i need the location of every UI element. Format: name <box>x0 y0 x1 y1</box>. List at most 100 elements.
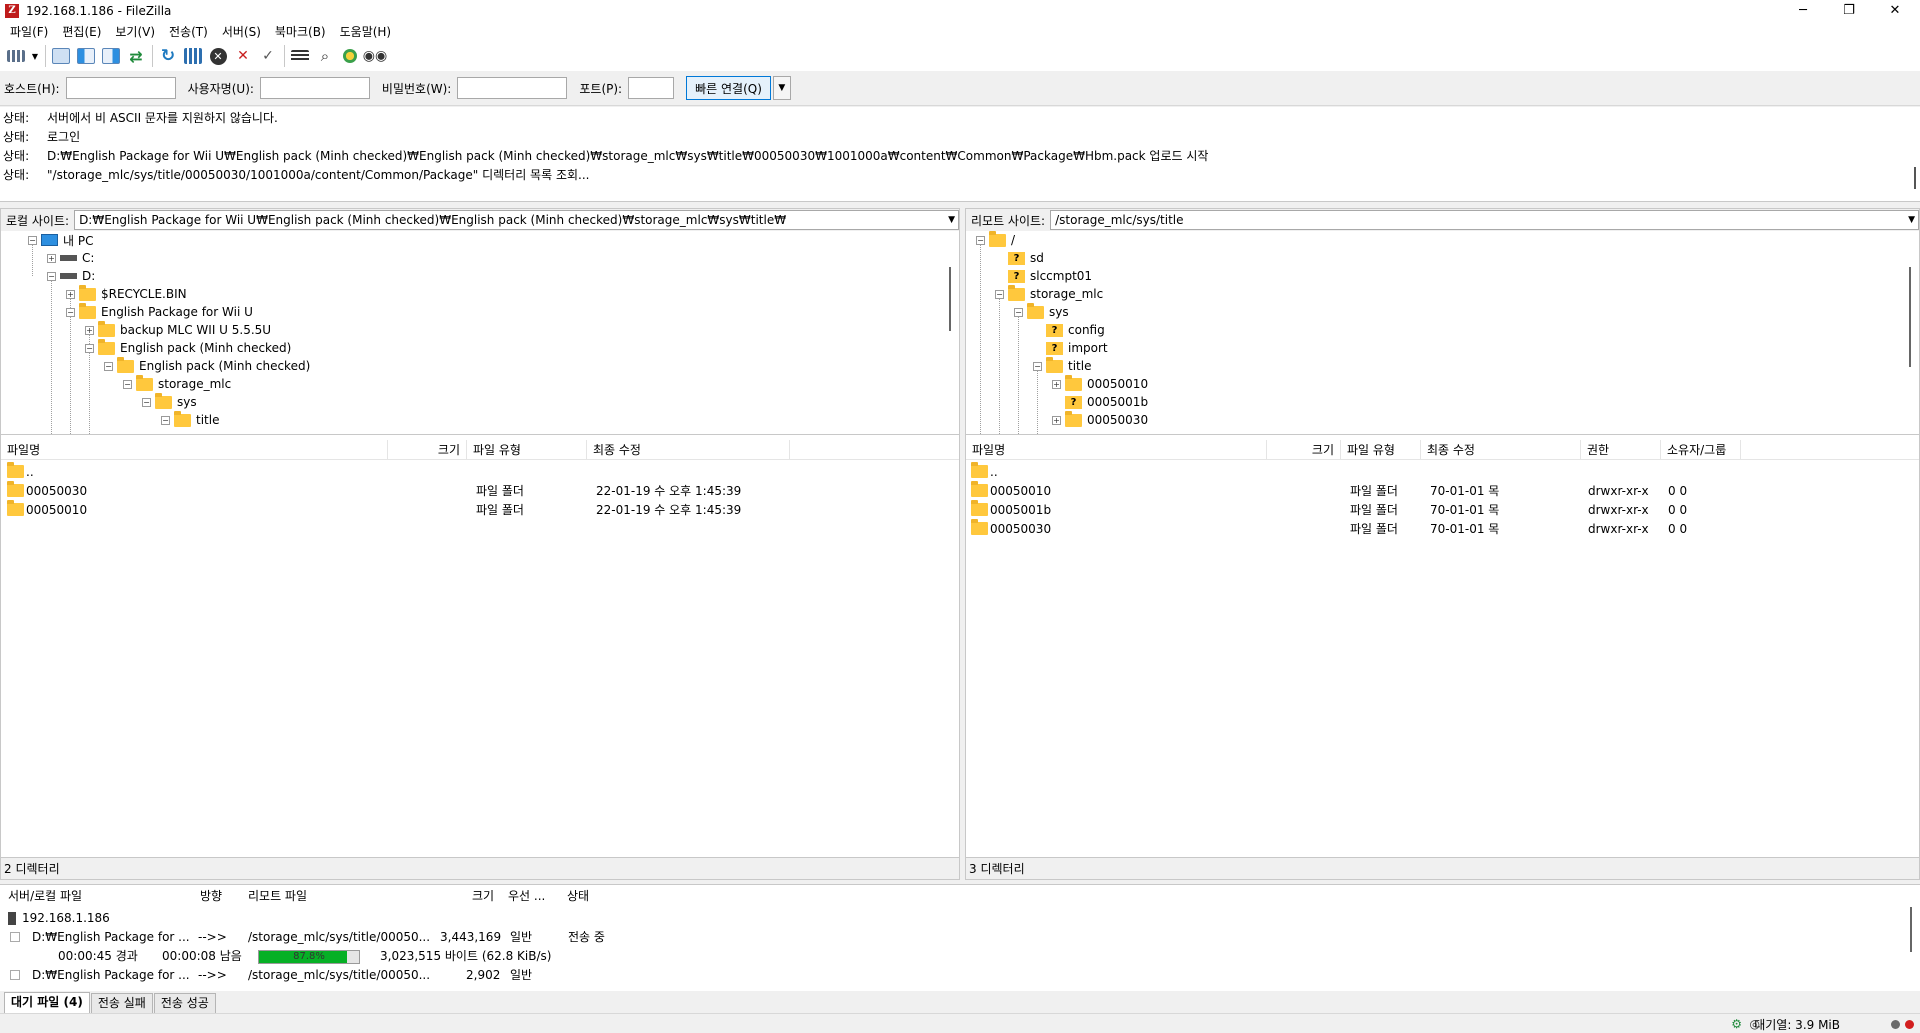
transfer-queue[interactable]: 서버/로컬 파일 방향 리모트 파일 크기 우선 ... 상태 192.168.… <box>0 884 1920 991</box>
site-manager-icon[interactable] <box>4 44 28 68</box>
file-row[interactable]: 00050010 파일 폴더 70-01-01 목 drwxr-xr-x 0 0 <box>966 481 1919 500</box>
menu-server[interactable]: 서버(S) <box>215 23 268 40</box>
tree-item[interactable]: ? import <box>1046 339 1108 357</box>
maximize-button[interactable]: ❐ <box>1826 0 1872 22</box>
checkbox[interactable] <box>10 932 20 942</box>
chevron-down-icon[interactable]: ▼ <box>948 211 955 229</box>
process-queue-icon[interactable] <box>181 44 205 68</box>
menu-bookmarks[interactable]: 북마크(B) <box>268 23 333 40</box>
tree-item[interactable]: ? slccmpt01 <box>1008 267 1092 285</box>
file-row[interactable]: 0005001b 파일 폴더 70-01-01 목 drwxr-xr-x 0 0 <box>966 500 1919 519</box>
queue-column-priority[interactable]: 우선 ... <box>508 885 545 907</box>
connection-icon: ⚙ <box>1731 1017 1742 1031</box>
close-button[interactable]: ✕ <box>1872 0 1918 22</box>
file-row[interactable]: .. <box>1 462 959 481</box>
queue-server-row[interactable]: 192.168.1.186 <box>8 909 110 928</box>
menu-edit[interactable]: 편집(E) <box>55 23 108 40</box>
tree-item[interactable]: ? sd <box>1008 249 1044 267</box>
queue-column-local[interactable]: 서버/로컬 파일 <box>8 885 82 907</box>
tree-item[interactable]: + C: <box>47 249 94 267</box>
minimize-button[interactable]: ─ <box>1780 0 1826 22</box>
password-label: 비밀번호(W): <box>381 81 452 96</box>
tree-item[interactable]: − storage_mlc <box>123 374 231 393</box>
toggle-queue-icon[interactable]: ⇄ <box>124 44 148 68</box>
column-owner[interactable]: 소유자/그룹 <box>1661 439 1741 460</box>
remote-tree[interactable]: − / ? sd ? slccmpt01 − storage_mlc − sys ? con… <box>966 231 1919 435</box>
tree-item[interactable]: + $RECYCLE.BIN <box>66 284 187 303</box>
filter-icon[interactable] <box>288 44 312 68</box>
local-tree-scrollbar[interactable] <box>949 267 951 331</box>
menu-transfer[interactable]: 전송(T) <box>162 23 215 40</box>
tree-item[interactable]: + backup MLC WII U 5.5.5U <box>85 320 271 339</box>
column-size[interactable]: 크기 <box>388 439 467 460</box>
tree-item[interactable]: − sys <box>1014 302 1069 321</box>
column-type[interactable]: 파일 유형 <box>467 439 587 460</box>
compare-icon[interactable]: ⌕ <box>313 44 337 68</box>
column-type[interactable]: 파일 유형 <box>1341 439 1421 460</box>
toggle-remote-tree-icon[interactable] <box>99 44 123 68</box>
column-permissions[interactable]: 권한 <box>1581 439 1661 460</box>
tree-item[interactable]: − sys <box>142 392 197 411</box>
column-modified[interactable]: 최종 수정 <box>587 439 790 460</box>
host-input[interactable] <box>65 77 176 99</box>
queue-scrollbar[interactable] <box>1910 907 1912 952</box>
queue-column-direction[interactable]: 방향 <box>200 885 222 907</box>
queue-item[interactable]: D:₩English Package for ... -->> /storage… <box>10 928 910 947</box>
menu-bar: 파일(F) 편집(E) 보기(V) 전송(T) 서버(S) 북마크(B) 도움말… <box>0 22 1920 41</box>
log-scrollbar[interactable] <box>1914 167 1916 189</box>
local-tree[interactable]: − 내 PC + C: − D: + $RECYCLE.BIN − English Pac… <box>1 231 959 435</box>
local-path-input[interactable]: D:₩English Package for Wii U₩English pac… <box>74 210 959 230</box>
disconnect-icon[interactable]: ✕ <box>231 44 255 68</box>
queue-column-remote[interactable]: 리모트 파일 <box>248 885 307 907</box>
tree-item[interactable]: +00050010 <box>1052 374 1148 393</box>
tree-item[interactable]: − D: <box>47 267 95 285</box>
file-row[interactable]: 00050010 파일 폴더 22-01-19 수 오후 1:45:39 <box>1 500 959 519</box>
menu-view[interactable]: 보기(V) <box>108 23 162 40</box>
tree-item[interactable]: − storage_mlc <box>995 284 1103 303</box>
quickconnect-button[interactable]: 빠른 연결(Q) <box>686 76 771 100</box>
tree-item[interactable]: +00050030 <box>1052 410 1148 429</box>
username-input[interactable] <box>259 77 370 99</box>
cancel-icon[interactable]: ✕ <box>206 44 230 68</box>
file-row[interactable]: 00050030 파일 폴더 22-01-19 수 오후 1:45:39 <box>1 481 959 500</box>
toggle-log-icon[interactable] <box>49 44 73 68</box>
menu-file[interactable]: 파일(F) <box>3 23 55 40</box>
tree-item[interactable]: ? 0005001b <box>1065 393 1148 411</box>
checkbox[interactable] <box>10 970 20 980</box>
message-log[interactable]: 상태: 서버에서 비 ASCII 문자를 지원하지 않습니다. 상태: 로그인 상태… <box>0 107 1920 202</box>
tab-successful-transfers[interactable]: 전송 성공 <box>153 993 216 1013</box>
toggle-local-tree-icon[interactable] <box>74 44 98 68</box>
tree-item[interactable]: − English pack (Minh checked) <box>104 356 310 375</box>
search-icon[interactable]: ◉◉ <box>363 44 387 68</box>
folder-icon <box>971 462 988 478</box>
password-input[interactable] <box>457 77 568 99</box>
sync-browse-icon[interactable] <box>338 44 362 68</box>
remote-path-input[interactable]: /storage_mlc/sys/title ▼ <box>1050 210 1919 230</box>
queue-item[interactable]: D:₩English Package for ... -->> /storage… <box>10 966 910 985</box>
file-row[interactable]: .. <box>966 462 1919 481</box>
tree-item[interactable]: ? config <box>1046 321 1105 339</box>
reconnect-icon[interactable]: ✓ <box>256 44 280 68</box>
port-input[interactable] <box>628 77 675 99</box>
refresh-icon[interactable]: ↻ <box>156 44 180 68</box>
tab-queued-files[interactable]: 대기 파일 (4) <box>4 992 90 1013</box>
tree-item-selected[interactable]: − title <box>1033 356 1091 375</box>
tree-item[interactable]: − English pack (Minh checked) <box>85 338 291 357</box>
column-filename[interactable]: 파일명 <box>966 439 1267 460</box>
tree-item[interactable]: − / <box>976 231 1015 249</box>
column-size[interactable]: 크기 <box>1267 439 1341 460</box>
tree-item[interactable]: − 내 PC <box>28 231 93 249</box>
remote-tree-scrollbar[interactable] <box>1909 267 1911 367</box>
queue-column-size[interactable]: 크기 <box>472 885 494 907</box>
column-modified[interactable]: 최종 수정 <box>1421 439 1581 460</box>
tree-item-selected[interactable]: − title <box>161 410 219 429</box>
chevron-down-icon[interactable]: ▼ <box>1908 211 1915 229</box>
queue-column-status[interactable]: 상태 <box>567 885 589 907</box>
tree-item[interactable]: − English Package for Wii U <box>66 302 253 321</box>
file-row[interactable]: 00050030 파일 폴더 70-01-01 목 drwxr-xr-x 0 0 <box>966 519 1919 538</box>
site-manager-dropdown-icon[interactable]: ▼ <box>29 44 41 68</box>
tab-failed-transfers[interactable]: 전송 실패 <box>90 993 153 1013</box>
menu-help[interactable]: 도움말(H) <box>333 23 399 40</box>
column-filename[interactable]: 파일명 <box>1 439 388 460</box>
quickconnect-dropdown-icon[interactable]: ▼ <box>772 76 791 100</box>
